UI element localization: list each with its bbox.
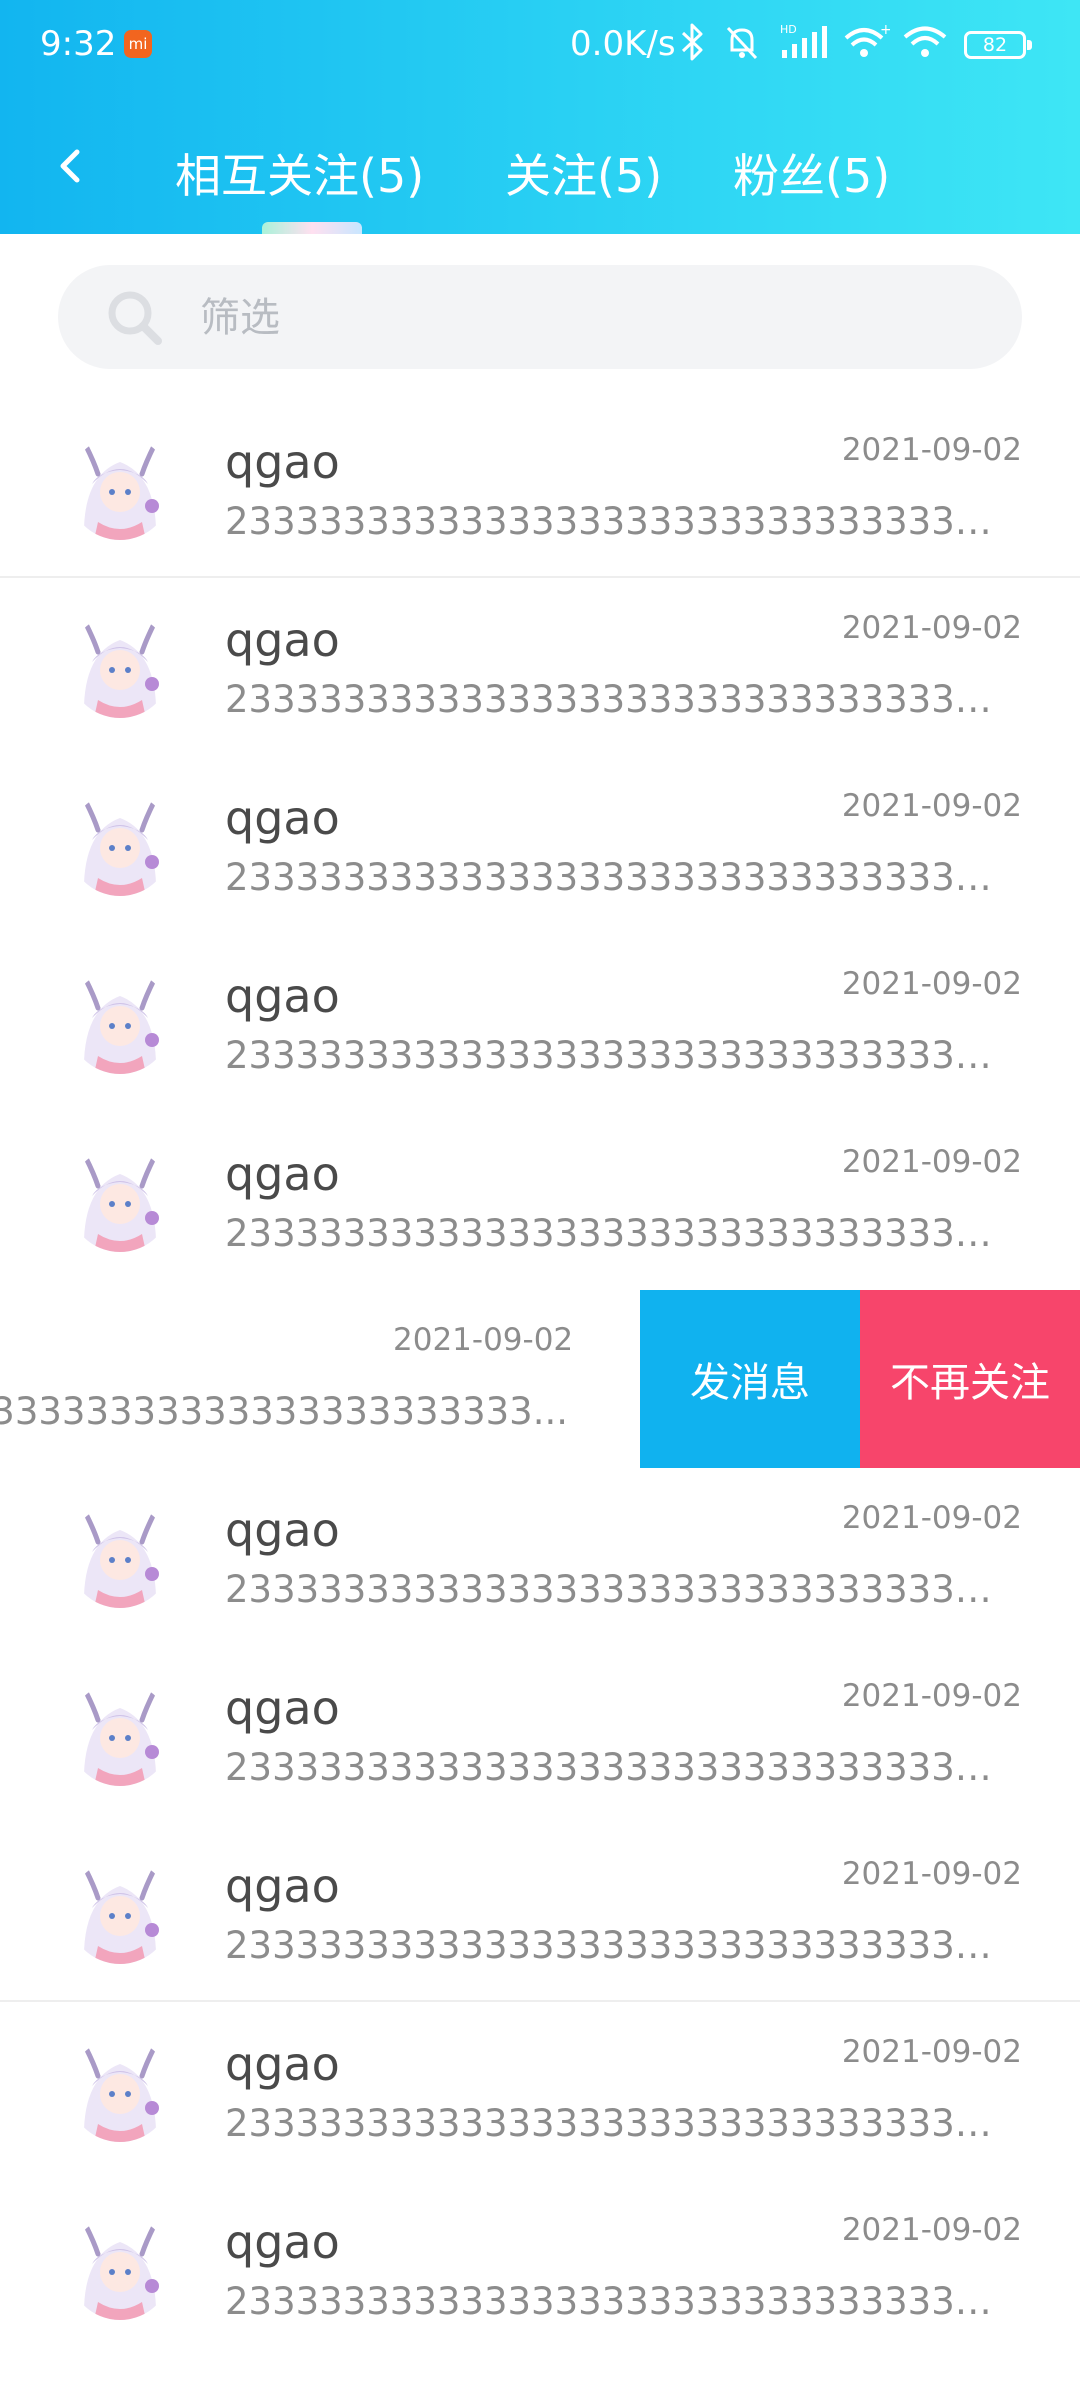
wifi-plus-icon: + bbox=[844, 22, 890, 57]
item-message: 2333333333333333333333333333333333333333… bbox=[225, 2280, 1015, 2323]
search-box[interactable] bbox=[58, 265, 1022, 369]
item-name: qgao bbox=[225, 613, 340, 667]
search-input[interactable] bbox=[198, 289, 982, 347]
item-message: 333333333333333333333333333333... bbox=[0, 1390, 568, 1433]
tab-mutual-follow[interactable]: 相互关注(5) bbox=[175, 140, 424, 206]
signal-hd-icon: HD bbox=[780, 23, 827, 58]
network-speed: 0.0K/s bbox=[570, 24, 676, 64]
back-button[interactable] bbox=[40, 130, 100, 202]
list-item[interactable]: qgao 233333333333333333333333333333333333… bbox=[0, 2180, 1080, 2358]
unfollow-button[interactable]: 不再关注 bbox=[860, 1290, 1080, 1468]
avatar[interactable] bbox=[68, 2216, 172, 2320]
svg-text:+: + bbox=[880, 22, 890, 38]
svg-text:HD: HD bbox=[780, 23, 797, 36]
avatar[interactable] bbox=[68, 1860, 172, 1964]
tab-following[interactable]: 关注(5) bbox=[505, 140, 662, 206]
avatar[interactable] bbox=[68, 2038, 172, 2142]
item-date: 2021-09-02 bbox=[841, 788, 1022, 824]
status-time: 9:32 bbox=[40, 24, 117, 64]
list-item[interactable]: qgao 233333333333333333333333333333333333… bbox=[0, 756, 1080, 934]
item-message: 2333333333333333333333333333333333333333… bbox=[225, 678, 1015, 721]
app-header: 9:32 mi 0.0K/s HD + 82 相互关注(5) 关注(5) 粉丝(… bbox=[0, 0, 1080, 234]
avatar[interactable] bbox=[68, 436, 172, 540]
list-item[interactable]: qgao 233333333333333333333333333333333333… bbox=[0, 1468, 1080, 1646]
avatar[interactable] bbox=[68, 1504, 172, 1608]
status-bar: 9:32 mi 0.0K/s HD + 82 bbox=[0, 0, 1080, 92]
list-item[interactable]: qgao 233333333333333333333333333333333333… bbox=[0, 1646, 1080, 1824]
item-date: 2021-09-02 bbox=[841, 2212, 1022, 2248]
item-date: 2021-09-02 bbox=[841, 1856, 1022, 1892]
avatar[interactable] bbox=[68, 792, 172, 896]
item-date: 2021-09-02 bbox=[841, 1678, 1022, 1714]
chevron-left-icon bbox=[60, 149, 80, 183]
avatar[interactable] bbox=[68, 614, 172, 718]
battery-indicator: 82 bbox=[964, 31, 1032, 59]
item-message: 2333333333333333333333333333333333333333… bbox=[225, 1924, 1015, 1967]
item-date: 2021-09-02 bbox=[841, 2034, 1022, 2070]
list-item[interactable]: qgao 233333333333333333333333333333333333… bbox=[0, 2002, 1080, 2180]
item-date: 2021-09-02 bbox=[393, 1322, 574, 1358]
item-message: 2333333333333333333333333333333333333333… bbox=[225, 1746, 1015, 1789]
list-item[interactable]: qgao 233333333333333333333333333333333333… bbox=[0, 578, 1080, 756]
app-notification-icon: mi bbox=[124, 30, 152, 58]
bluetooth-icon bbox=[681, 23, 703, 61]
item-message: 2333333333333333333333333333333333333333… bbox=[225, 1568, 1015, 1611]
item-name: qgao bbox=[225, 791, 340, 845]
item-message: 2333333333333333333333333333333333333333… bbox=[225, 2102, 1015, 2145]
item-date: 2021-09-02 bbox=[841, 610, 1022, 646]
avatar[interactable] bbox=[68, 1148, 172, 1252]
item-date: 2021-09-02 bbox=[841, 432, 1022, 468]
item-name: qgao bbox=[225, 2037, 340, 2091]
tab-fans[interactable]: 粉丝(5) bbox=[733, 140, 890, 206]
wifi-icon bbox=[903, 26, 947, 57]
item-message: 2333333333333333333333333333333333333333… bbox=[225, 1212, 1015, 1255]
avatar[interactable] bbox=[68, 1682, 172, 1786]
search-icon bbox=[108, 291, 162, 345]
list-item[interactable]: qgao 233333333333333333333333333333333333… bbox=[0, 1824, 1080, 2002]
list-item[interactable]: qgao 233333333333333333333333333333333333… bbox=[0, 1112, 1080, 1290]
item-name: qgao bbox=[225, 1859, 340, 1913]
item-name: qgao bbox=[225, 435, 340, 489]
list-item-swiped[interactable]: 2021-09-02 333333333333333333333333333333… bbox=[0, 1290, 1080, 1468]
item-name: qgao bbox=[225, 1147, 340, 1201]
item-message: 2333333333333333333333333333333333333333… bbox=[225, 1034, 1015, 1077]
list-item[interactable]: qgao 233333333333333333333333333333333333… bbox=[0, 934, 1080, 1112]
item-date: 2021-09-02 bbox=[841, 1144, 1022, 1180]
item-message: 2333333333333333333333333333333333333333… bbox=[225, 856, 1015, 899]
active-tab-indicator bbox=[262, 222, 362, 234]
list-item[interactable]: qgao 233333333333333333333333333333333333… bbox=[0, 400, 1080, 578]
item-name: qgao bbox=[225, 1503, 340, 1557]
item-date: 2021-09-02 bbox=[841, 1500, 1022, 1536]
item-name: qgao bbox=[225, 1681, 340, 1735]
avatar[interactable] bbox=[68, 970, 172, 1074]
item-name: qgao bbox=[225, 2215, 340, 2269]
item-name: qgao bbox=[225, 969, 340, 1023]
send-message-button[interactable]: 发消息 bbox=[640, 1290, 860, 1468]
item-date: 2021-09-02 bbox=[841, 966, 1022, 1002]
item-message: 2333333333333333333333333333333333333333… bbox=[225, 500, 1015, 543]
bell-mute-icon bbox=[726, 26, 758, 60]
